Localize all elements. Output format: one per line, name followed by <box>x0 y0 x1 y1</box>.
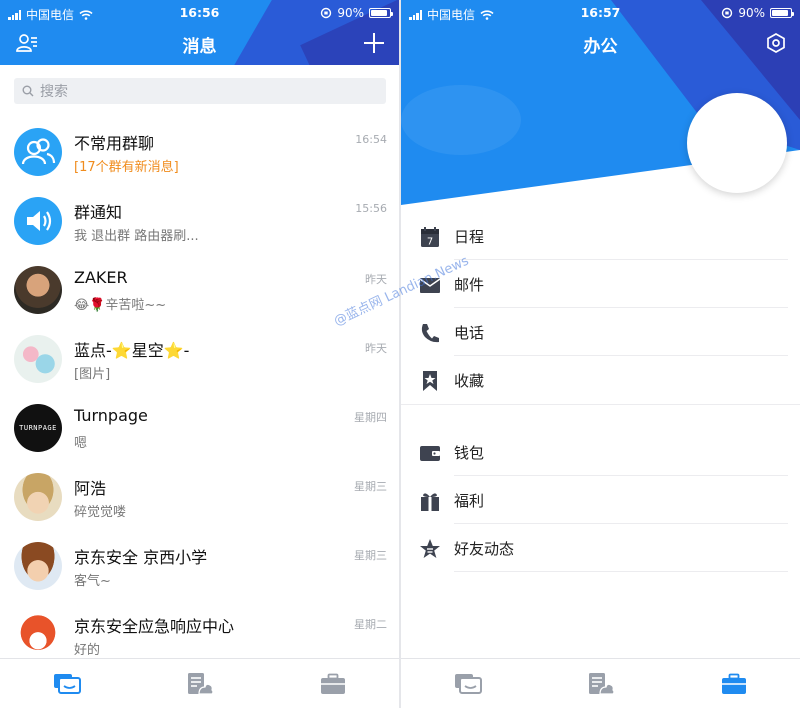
search-input[interactable]: 搜索 <box>14 78 386 104</box>
rotation-lock-icon <box>321 7 332 19</box>
office-menu-primary: 7 日程 邮件 电话 收藏 <box>401 212 800 404</box>
avatar[interactable] <box>687 93 787 193</box>
tab-messages[interactable] <box>401 659 534 708</box>
menu-label: 收藏 <box>454 372 485 390</box>
chat-item-ahao[interactable]: 阿浩 碎觉觉喽 星期三 <box>0 461 399 530</box>
chat-item-turnpage[interactable]: TURNPAGE Turnpage 嗯 星期四 <box>0 392 399 461</box>
chat-item-group-notice[interactable]: 群通知 我 退出群 路由器刷... 15:56 <box>0 185 399 254</box>
avatar <box>14 473 62 521</box>
chat-name: 阿浩 <box>74 479 107 498</box>
chat-name: 京东安全应急响应中心 <box>74 617 235 636</box>
status-bar: 中国电信 16:57 90% <box>401 4 800 24</box>
add-icon[interactable] <box>363 32 385 54</box>
search-placeholder: 搜索 <box>40 84 68 100</box>
chat-time: 星期三 <box>354 549 387 562</box>
battery-icon <box>369 8 393 18</box>
chat-preview: 好的 <box>74 643 101 658</box>
menu-item-favorites[interactable]: 收藏 <box>401 356 800 404</box>
wallet-icon <box>420 446 440 461</box>
briefcase-icon <box>721 673 746 694</box>
chat-name: 不常用群聊 <box>74 134 155 153</box>
group-icon <box>14 128 62 176</box>
status-bar: 中国电信 16:56 90% <box>0 4 399 24</box>
menu-item-friend-moments[interactable]: 好友动态 <box>401 524 800 572</box>
chat-preview: 我 退出群 路由器刷... <box>74 229 199 244</box>
tab-notes[interactable] <box>534 659 667 708</box>
chat-list: 不常用群聊 [17个群有新消息] 16:54 群通知 我 退出群 路由器刷...… <box>0 116 399 668</box>
menu-label: 日程 <box>454 228 485 246</box>
chat-time: 16:54 <box>355 133 387 146</box>
chat-time: 星期二 <box>354 618 387 631</box>
office-header: 中国电信 16:57 90% 办公 <box>401 0 800 205</box>
chat-time: 昨天 <box>365 342 387 355</box>
star-icon <box>420 539 440 558</box>
avatar: TURNPAGE <box>14 404 62 452</box>
tab-office[interactable] <box>667 659 800 708</box>
page-title: 办公 <box>583 37 618 57</box>
menu-label: 福利 <box>454 492 485 510</box>
menu-label: 邮件 <box>454 276 485 294</box>
settings-icon[interactable] <box>766 33 786 53</box>
avatar <box>14 335 62 383</box>
avatar <box>14 611 62 659</box>
menu-item-welfare[interactable]: 福利 <box>401 476 800 524</box>
briefcase-icon <box>320 673 345 694</box>
page-title: 消息 <box>182 37 217 57</box>
chat-time: 星期三 <box>354 480 387 493</box>
office-screen: 中国电信 16:57 90% 办公 7 日程 邮件 电话 收藏 钱包 福利 好友… <box>401 0 800 708</box>
rotation-lock-icon <box>722 7 733 19</box>
battery-percent: 90% <box>337 6 364 20</box>
notes-icon <box>187 672 214 695</box>
menu-label: 钱包 <box>454 444 485 462</box>
calendar-icon: 7 <box>421 227 439 248</box>
bookmark-star-icon <box>423 371 437 391</box>
chat-name: 群通知 <box>74 203 123 222</box>
avatar <box>14 266 62 314</box>
chat-name: ZAKER <box>74 268 128 287</box>
section-divider <box>401 404 800 405</box>
chat-name: 蓝点-⭐星空⭐- <box>74 341 190 360</box>
chat-preview: [图片] <box>74 367 111 382</box>
chat-preview: [17个群有新消息] <box>74 160 179 175</box>
tab-bar <box>401 658 800 708</box>
speaker-icon <box>14 197 62 245</box>
menu-item-wallet[interactable]: 钱包 <box>401 428 800 476</box>
menu-label: 电话 <box>454 324 485 342</box>
tab-notes[interactable] <box>133 659 266 708</box>
chat-preview: 客气~ <box>74 574 111 589</box>
tab-messages[interactable] <box>0 659 133 708</box>
phone-icon <box>421 324 439 343</box>
menu-label: 好友动态 <box>454 540 515 558</box>
chat-name: 京东安全 京西小学 <box>74 548 208 567</box>
search-icon <box>22 85 34 97</box>
office-menu-secondary: 钱包 福利 好友动态 <box>401 428 800 572</box>
chat-preview: 嗯 <box>74 436 88 451</box>
tab-office[interactable] <box>266 659 399 708</box>
chat-time: 昨天 <box>365 273 387 286</box>
messages-icon <box>454 673 482 694</box>
chat-name: Turnpage <box>74 406 148 425</box>
avatar <box>14 542 62 590</box>
tab-bar <box>0 658 399 708</box>
messages-header: 中国电信 16:56 90% 消息 <box>0 0 399 65</box>
turnpage-logo: TURNPAGE <box>19 424 57 432</box>
gift-icon <box>421 493 439 511</box>
calendar-day: 7 <box>427 237 433 248</box>
chat-time: 星期四 <box>354 411 387 424</box>
chat-time: 15:56 <box>355 202 387 215</box>
messages-icon <box>53 673 81 694</box>
chat-item-landian[interactable]: 蓝点-⭐星空⭐- [图片] 昨天 <box>0 323 399 392</box>
chat-item-infrequent-groups[interactable]: 不常用群聊 [17个群有新消息] 16:54 <box>0 116 399 185</box>
chat-item-jd-security-school[interactable]: 京东安全 京西小学 客气~ 星期三 <box>0 530 399 599</box>
battery-icon <box>770 8 794 18</box>
battery-percent: 90% <box>738 6 765 20</box>
messages-screen: 中国电信 16:56 90% 消息 搜索 不常用群聊 [17个群有新消息] 16… <box>0 0 399 708</box>
chat-preview: 碎觉觉喽 <box>74 505 127 520</box>
menu-item-phone[interactable]: 电话 <box>401 308 800 356</box>
chat-preview: 😂🌹辛苦啦~~ <box>74 298 167 313</box>
notes-icon <box>588 672 615 695</box>
